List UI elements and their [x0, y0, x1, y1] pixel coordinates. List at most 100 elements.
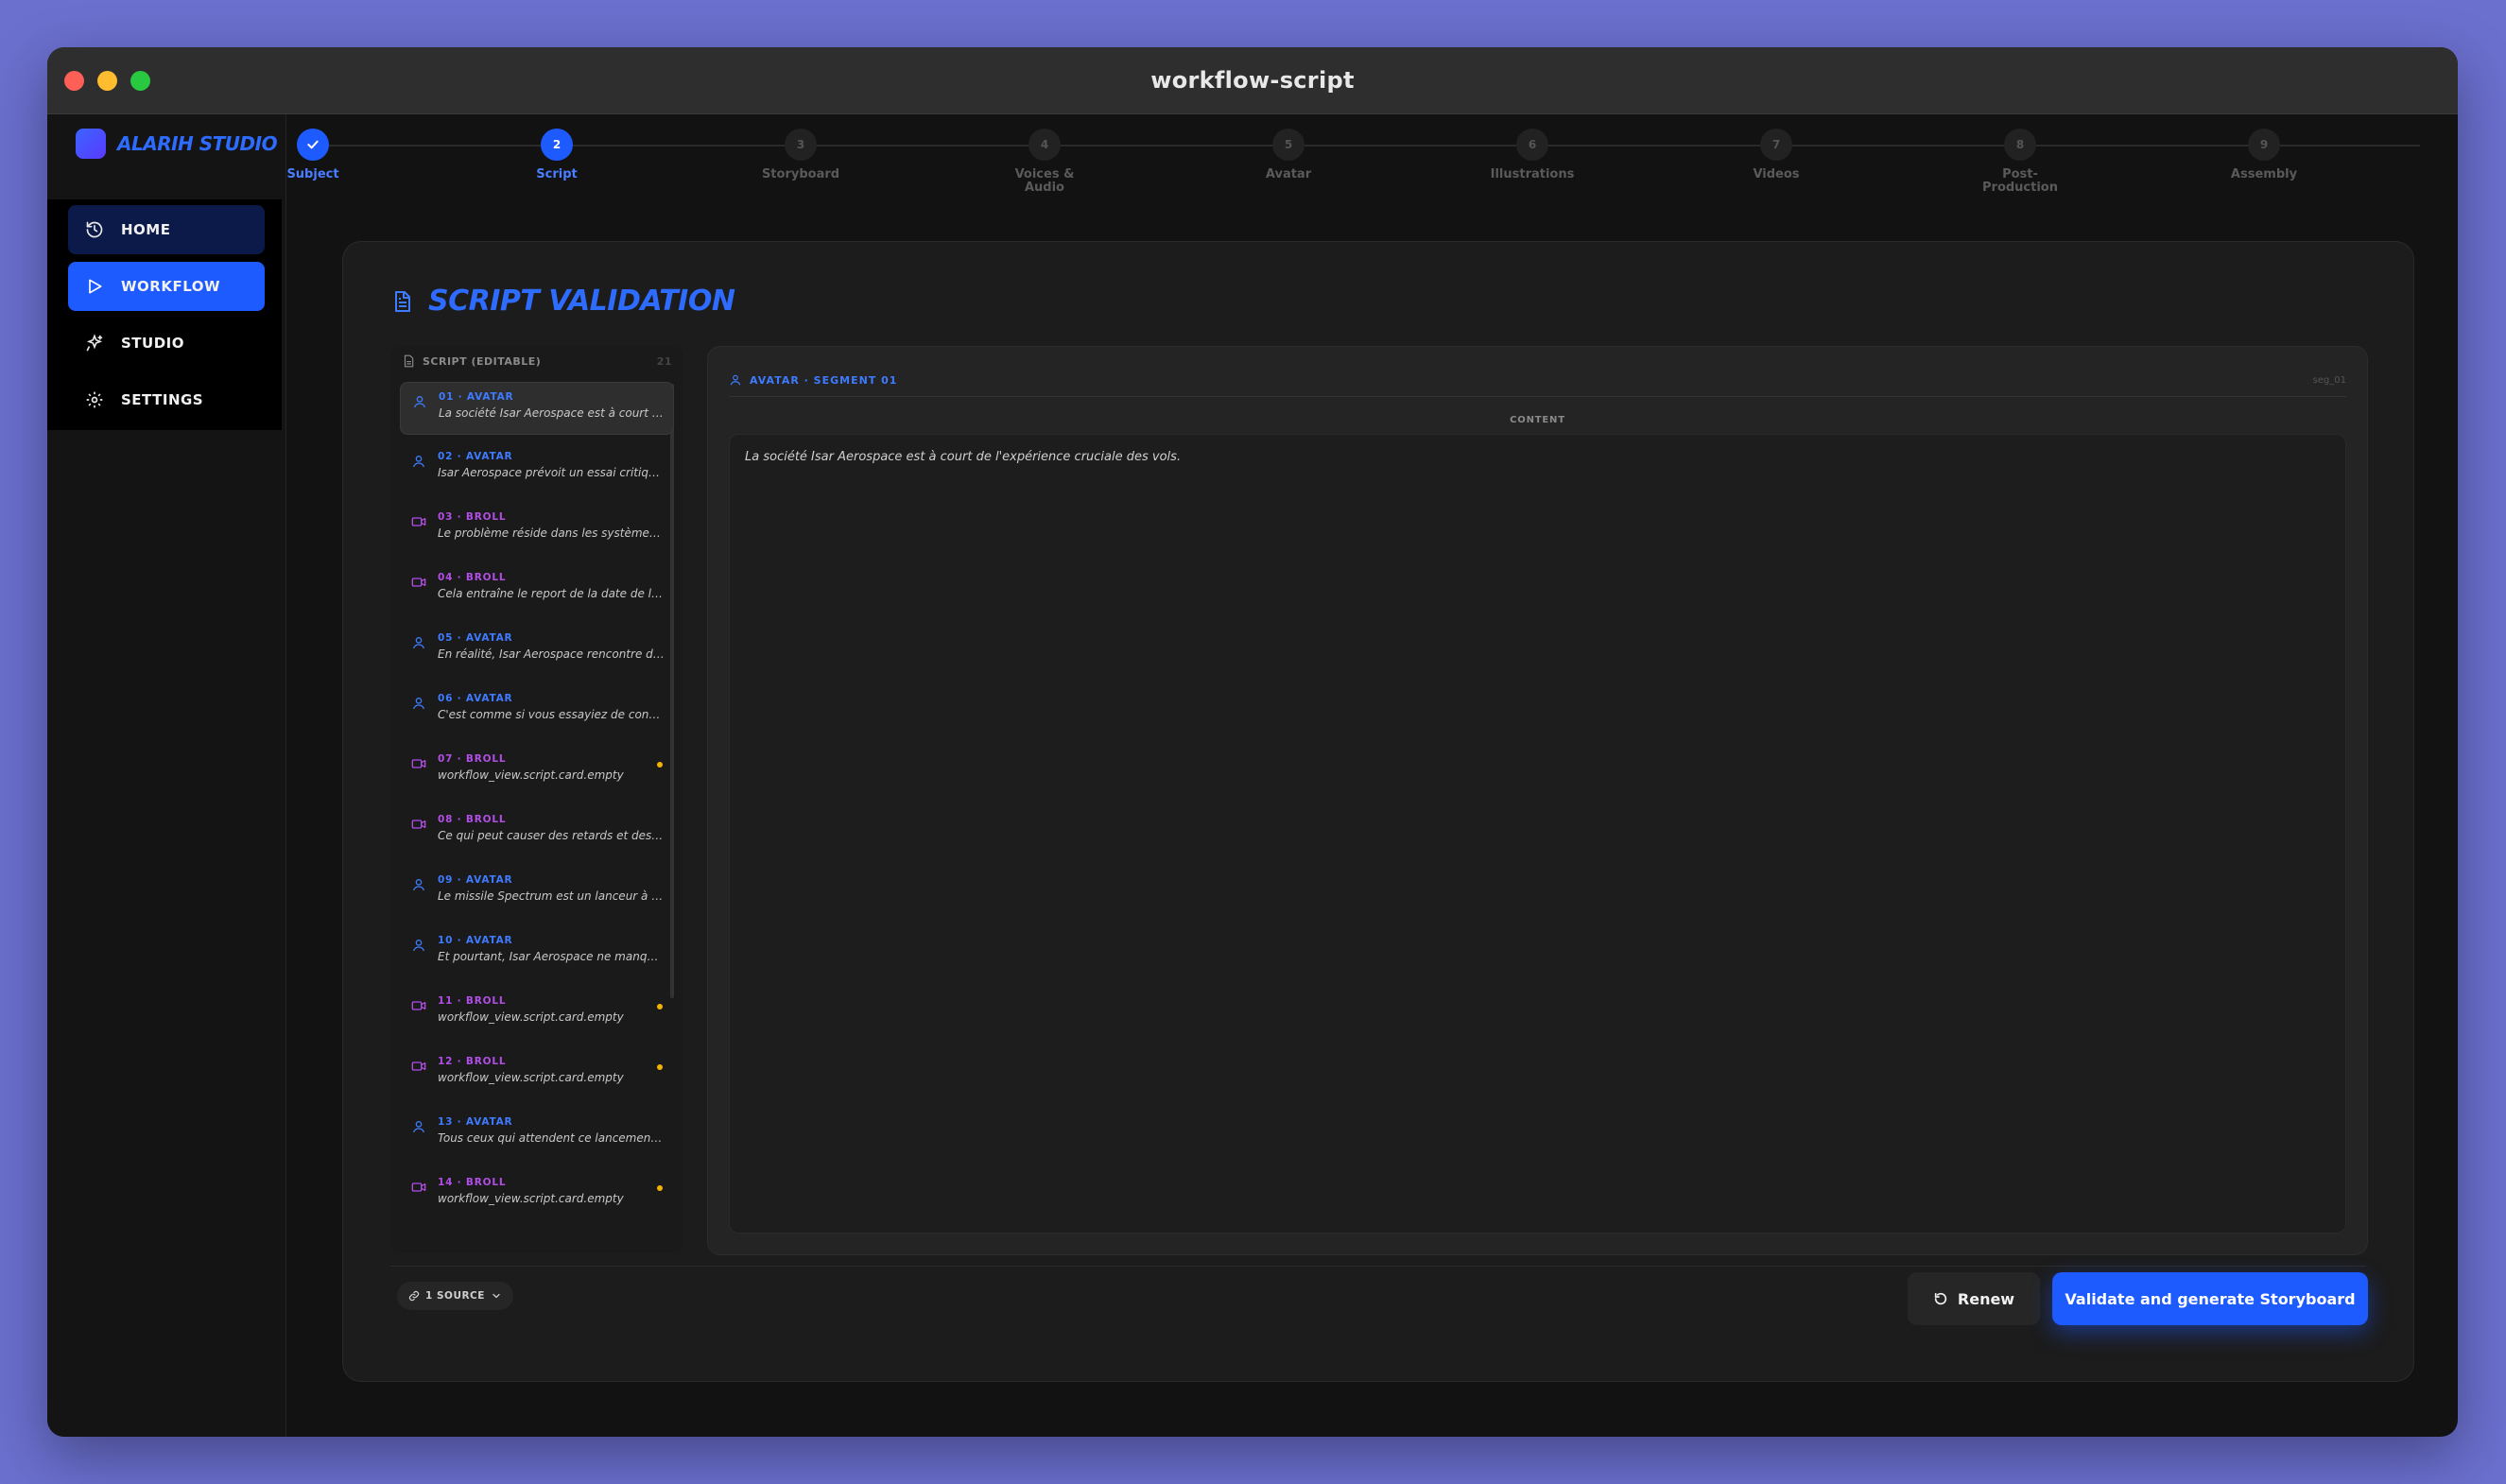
video-camera-icon: [411, 756, 426, 771]
segment-item[interactable]: 02 · AVATAR Isar Aerospace prévoit un ess…: [400, 442, 674, 495]
segment-tag: 08 · BROLL: [438, 814, 507, 825]
segment-text-block: 10 · AVATAR Et pourtant, Isar Aerospace n…: [438, 934, 665, 979]
segment-preview-text: C'est comme si vous essayiez de conduire…: [438, 708, 665, 721]
segment-text-block: 06 · AVATAR C'est comme si vous essayiez …: [438, 692, 665, 737]
script-segment-list: SCRIPT (EDITABLE) 21 01 · AVATAR La socié…: [390, 346, 683, 1253]
segment-item[interactable]: 07 · BROLL workflow_view.script.card.empt…: [400, 745, 674, 798]
renew-button[interactable]: Renew: [1908, 1272, 2040, 1325]
segment-text-block: 05 · AVATAR En réalité, Isar Aerospace re…: [438, 631, 665, 677]
play-icon: [89, 279, 102, 294]
segment-preview-text: La société Isar Aerospace est à court de…: [439, 406, 664, 420]
maximize-window-button[interactable]: [130, 71, 150, 91]
segment-item[interactable]: 11 · BROLL workflow_view.script.card.empt…: [400, 987, 674, 1040]
user-icon: [411, 938, 426, 953]
warning-dot: [657, 1064, 663, 1070]
segment-tag: 01 · AVATAR: [439, 391, 514, 403]
segment-item[interactable]: 06 · AVATAR C'est comme si vous essayiez …: [400, 684, 674, 737]
segment-item[interactable]: 05 · AVATAR En réalité, Isar Aerospace re…: [400, 624, 674, 677]
sidebar-item-studio[interactable]: STUDIO: [68, 319, 265, 368]
window-title: workflow-script: [1150, 67, 1355, 94]
step-label-line: Audio: [1024, 181, 1064, 195]
gear-icon: [86, 391, 103, 408]
video-camera-icon: [411, 998, 426, 1013]
link-icon: [408, 1290, 420, 1302]
step-avatar[interactable]: 5 Avatar: [1213, 129, 1364, 181]
segment-item[interactable]: 14 · BROLL workflow_view.script.card.empt…: [400, 1168, 674, 1221]
segment-text-block: 14 · BROLL workflow_view.script.card.empt…: [438, 1176, 665, 1221]
segment-preview-text: workflow_view.script.card.empty: [438, 1010, 624, 1024]
step-number: 7: [1760, 129, 1792, 161]
segment-preview-text: Isar Aerospace prévoit un essai critique…: [438, 466, 665, 479]
step-storyboard[interactable]: 3 Storyboard: [725, 129, 876, 181]
step-videos[interactable]: 7 Videos: [1701, 129, 1852, 181]
segment-preview-text: Ce qui peut causer des retards et des pr…: [438, 829, 665, 842]
step-label-line: Production: [1982, 181, 2058, 195]
window-controls: [64, 71, 150, 91]
sidebar-item-workflow[interactable]: WORKFLOW: [68, 262, 265, 311]
segment-tag: 06 · AVATAR: [438, 693, 513, 704]
step-label: Avatar: [1265, 167, 1312, 181]
segment-item[interactable]: 04 · BROLL Cela entraîne le report de la …: [400, 563, 674, 616]
step-number: 4: [1028, 129, 1061, 161]
segment-tag: 12 · BROLL: [438, 1056, 507, 1067]
step-assembly[interactable]: 9 Assembly: [2188, 129, 2340, 181]
step-script[interactable]: 2 Script: [481, 129, 632, 181]
sidebar-item-label: HOME: [121, 221, 171, 238]
history-icon: [86, 221, 103, 238]
segment-tag: 05 · AVATAR: [438, 632, 513, 644]
segment-item[interactable]: 13 · AVATAR Tous ceux qui attendent ce la…: [400, 1108, 674, 1161]
source-label: 1 SOURCE: [425, 1290, 485, 1302]
step-label: Voices & Audio: [969, 168, 1120, 195]
sidebar-item-label: SETTINGS: [121, 391, 204, 408]
document-icon: [395, 290, 410, 312]
user-icon: [412, 394, 427, 409]
segment-item[interactable]: 03 · BROLL Le problème réside dans les sy…: [400, 503, 674, 556]
segment-item[interactable]: 01 · AVATAR La société Isar Aerospace est…: [400, 382, 674, 435]
segment-tag: 07 · BROLL: [438, 753, 507, 765]
sidebar-item-home[interactable]: HOME: [68, 205, 265, 254]
user-icon: [730, 374, 741, 386]
segment-content-editor[interactable]: La société Isar Aerospace est à court de…: [729, 434, 2346, 1234]
warning-dot: [657, 762, 663, 768]
step-number: 5: [1272, 129, 1305, 161]
step-label-line: Voices &: [1014, 167, 1075, 181]
source-dropdown[interactable]: 1 SOURCE: [397, 1282, 513, 1310]
segment-text-block: 03 · BROLL Le problème réside dans les sy…: [438, 510, 665, 556]
step-number: 2: [541, 129, 573, 161]
segment-item[interactable]: 09 · AVATAR Le missile Spectrum est un la…: [400, 866, 674, 919]
step-subject[interactable]: Subject: [237, 129, 389, 181]
segment-preview-text: Cela entraîne le report de la date de la…: [438, 587, 665, 600]
video-camera-icon: [411, 514, 426, 529]
segment-preview-text: workflow_view.script.card.empty: [438, 1071, 624, 1084]
video-camera-icon: [411, 1059, 426, 1074]
document-icon: [404, 354, 414, 368]
script-validation-card: SCRIPT VALIDATION SCRIPT (EDITABLE) 21 0…: [342, 241, 2414, 1382]
check-icon: [307, 140, 319, 149]
step-number: 8: [2004, 129, 2036, 161]
video-camera-icon: [411, 817, 426, 832]
segment-text-block: 07 · BROLL workflow_view.script.card.empt…: [438, 752, 665, 798]
segment-text-block: 01 · AVATAR La société Isar Aerospace est…: [439, 390, 664, 434]
segment-text-block: 12 · BROLL workflow_view.script.card.empt…: [438, 1055, 665, 1100]
sparkles-icon: [86, 334, 103, 352]
segment-item[interactable]: 08 · BROLL Ce qui peut causer des retards…: [400, 805, 674, 858]
footer-divider: [390, 1266, 2366, 1267]
step-illustrations[interactable]: 6 Illustrations: [1457, 129, 1608, 181]
step-label-line: Post-: [2002, 167, 2038, 181]
step-voices-audio[interactable]: 4 Voices & Audio: [969, 129, 1120, 195]
step-label: Storyboard: [761, 167, 840, 181]
step-label: Post- Production: [1944, 168, 2096, 195]
page-title-text: SCRIPT VALIDATION: [428, 285, 735, 318]
validate-generate-storyboard-button[interactable]: Validate and generate Storyboard: [2052, 1272, 2368, 1325]
chevron-down-icon: [493, 1293, 500, 1299]
step-post-production[interactable]: 8 Post- Production: [1944, 129, 2096, 195]
segment-item[interactable]: 10 · AVATAR Et pourtant, Isar Aerospace n…: [400, 926, 674, 979]
step-label: Script: [536, 167, 578, 181]
minimize-window-button[interactable]: [97, 71, 117, 91]
segment-item[interactable]: 12 · BROLL workflow_view.script.card.empt…: [400, 1047, 674, 1100]
sidebar-item-settings[interactable]: SETTINGS: [68, 375, 265, 424]
segment-count: 21: [656, 354, 672, 368]
segment-detail-title: AVATAR · SEGMENT 01: [750, 373, 898, 387]
script-list-title: SCRIPT (EDITABLE): [423, 354, 542, 368]
close-window-button[interactable]: [64, 71, 84, 91]
